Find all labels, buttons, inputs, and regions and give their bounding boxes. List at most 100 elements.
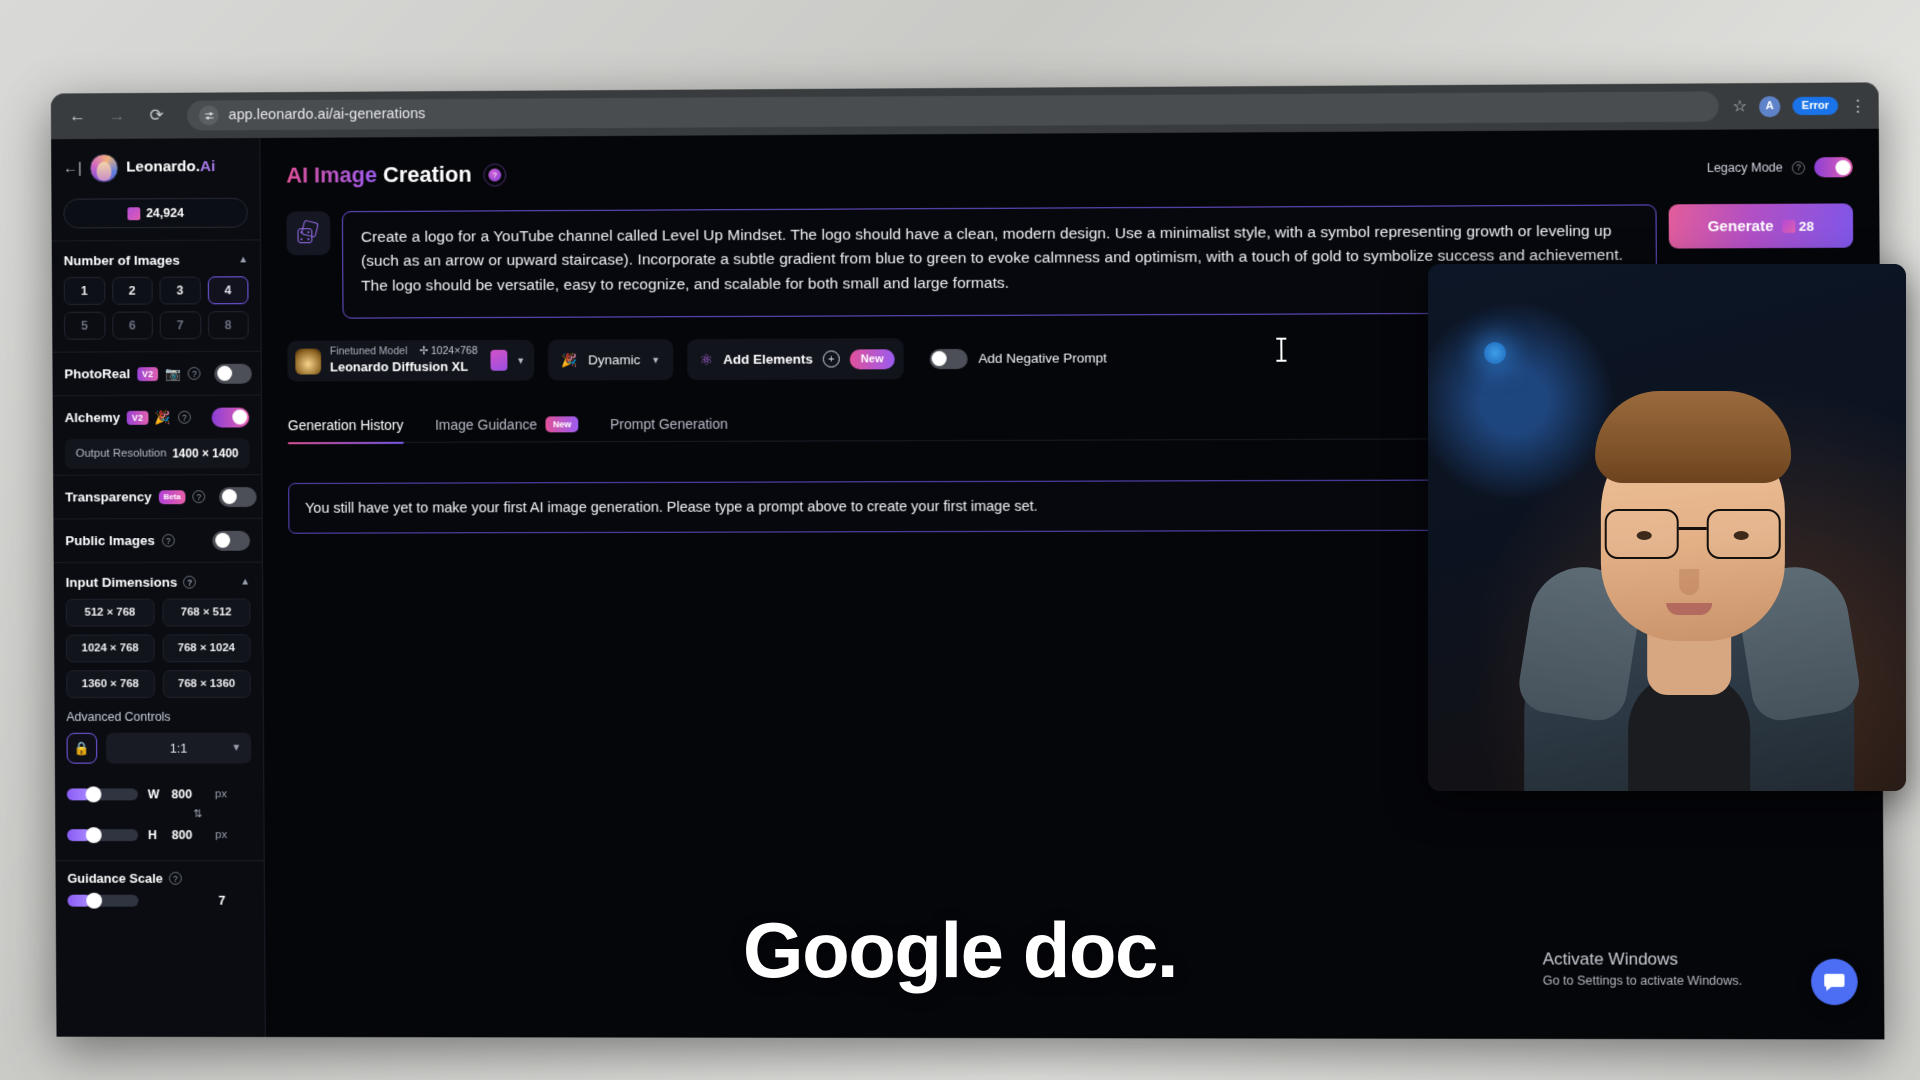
error-badge[interactable]: Error bbox=[1792, 96, 1839, 116]
dice-randomize-icon[interactable] bbox=[286, 211, 331, 256]
tab-generation-history[interactable]: Generation History bbox=[288, 417, 404, 443]
tab-prompt-generation[interactable]: Prompt Generation bbox=[610, 416, 728, 442]
num-images-option-4[interactable]: 4 bbox=[207, 276, 249, 305]
tab-label: Prompt Generation bbox=[610, 415, 728, 433]
help-circle-icon[interactable]: ? bbox=[161, 534, 175, 547]
num-images-option-3[interactable]: 3 bbox=[159, 276, 201, 305]
tab-image-guidance[interactable]: Image Guidance New bbox=[435, 416, 579, 442]
kebab-menu-icon[interactable]: ⋮ bbox=[1850, 97, 1864, 115]
width-value[interactable]: 800 bbox=[171, 787, 205, 801]
generate-button[interactable]: Generate 28 bbox=[1668, 203, 1854, 249]
height-value[interactable]: 800 bbox=[172, 828, 206, 842]
chevron-down-icon[interactable]: ▼ bbox=[516, 355, 525, 365]
num-images-option-2[interactable]: 2 bbox=[111, 276, 153, 305]
help-circle-icon[interactable]: ? bbox=[168, 871, 182, 885]
model-selector[interactable]: Finetuned Model ✢ 1024×768 Leonardo Diffu… bbox=[287, 339, 535, 382]
sidebar-brand[interactable]: ←| Leonardo.Ai bbox=[63, 138, 248, 197]
forward-arrow-icon[interactable]: → bbox=[104, 103, 130, 129]
help-circle-icon[interactable]: ? bbox=[177, 410, 191, 424]
negative-prompt-toggle[interactable] bbox=[929, 348, 968, 369]
negative-prompt-label: Add Negative Prompt bbox=[978, 350, 1107, 366]
model-thumbnail bbox=[295, 348, 322, 375]
reload-icon[interactable]: ⟳ bbox=[144, 103, 170, 129]
back-arrow-icon[interactable]: ← bbox=[65, 103, 91, 129]
input-dimensions-header[interactable]: Input Dimensions ? ▲ bbox=[65, 563, 251, 599]
webcam-overlay bbox=[1428, 264, 1906, 791]
dimension-preset-768x1024[interactable]: 768 × 1024 bbox=[162, 634, 251, 663]
add-elements-button[interactable]: ⚛ Add Elements + New bbox=[686, 338, 904, 381]
avatar bbox=[89, 153, 119, 183]
height-unit: px bbox=[215, 829, 228, 842]
output-resolution-row: Output Resolution 1400 × 1400 bbox=[64, 438, 250, 469]
number-of-images-grid: 1 2 3 4 5 6 7 8 bbox=[63, 276, 249, 351]
chevron-down-icon[interactable]: ▼ bbox=[231, 743, 241, 754]
output-resolution-value: 1400 × 1400 bbox=[172, 446, 239, 461]
help-circle-icon[interactable]: ? bbox=[183, 575, 197, 589]
atom-icon: ⚛ bbox=[699, 351, 714, 369]
aspect-ratio-select[interactable]: 1:1 ▼ bbox=[105, 732, 252, 764]
num-images-option-5[interactable]: 5 bbox=[63, 311, 106, 340]
alchemy-label: Alchemy bbox=[64, 409, 121, 426]
style-name: Dynamic bbox=[587, 352, 641, 368]
chevron-up-icon[interactable]: ▲ bbox=[238, 254, 248, 265]
dimension-preset-768x1360[interactable]: 768 × 1360 bbox=[162, 670, 251, 698]
photoreal-toggle[interactable] bbox=[214, 363, 253, 384]
model-kind-label: Finetuned Model bbox=[329, 345, 408, 358]
nose bbox=[1679, 569, 1700, 595]
collapse-sidebar-icon[interactable]: ←| bbox=[63, 159, 82, 176]
model-name: Leonardo Diffusion XL bbox=[329, 358, 469, 375]
guidance-scale-label: Guidance Scale bbox=[67, 870, 163, 886]
model-preview-icon[interactable] bbox=[490, 349, 508, 371]
dimension-preset-1360x768[interactable]: 1360 × 768 bbox=[66, 670, 155, 699]
photoreal-version-badge: V2 bbox=[137, 366, 159, 381]
num-images-option-1[interactable]: 1 bbox=[63, 276, 105, 305]
lock-icon[interactable]: 🔒 bbox=[66, 732, 98, 764]
help-circle-icon[interactable]: ? bbox=[1791, 160, 1806, 175]
public-images-toggle[interactable] bbox=[212, 530, 250, 551]
site-settings-icon[interactable] bbox=[198, 105, 219, 126]
transparency-toggle[interactable] bbox=[219, 486, 257, 507]
photoreal-row: PhotoReal V2 📷 ? bbox=[64, 352, 253, 395]
address-bar[interactable]: app.leonardo.ai/ai-generations bbox=[186, 91, 1719, 131]
plus-circle-icon[interactable]: + bbox=[822, 350, 840, 368]
photoreal-label: PhotoReal bbox=[64, 366, 131, 382]
public-images-row: Public Images ? bbox=[65, 519, 250, 562]
token-icon bbox=[127, 206, 141, 220]
dimension-preset-768x512[interactable]: 768 × 512 bbox=[161, 598, 251, 627]
alchemy-toggle[interactable] bbox=[211, 407, 250, 428]
help-circle-icon[interactable]: ? bbox=[192, 490, 206, 504]
aspect-ratio-row: 🔒 1:1 ▼ bbox=[66, 732, 252, 764]
token-balance[interactable]: 24,924 bbox=[63, 197, 249, 229]
tab-label: Generation History bbox=[287, 416, 404, 434]
flask-icon: 🎉 bbox=[560, 352, 578, 368]
legacy-mode-control: Legacy Mode ? bbox=[1707, 157, 1853, 178]
chevron-down-icon[interactable]: ▼ bbox=[651, 355, 660, 365]
dimension-preset-1024x768[interactable]: 1024 × 768 bbox=[65, 634, 155, 663]
camera-icon: 📷 bbox=[165, 365, 182, 381]
page-title: AI Image Creation bbox=[286, 161, 472, 188]
profile-avatar[interactable]: A bbox=[1759, 95, 1781, 117]
num-images-option-6[interactable]: 6 bbox=[111, 311, 153, 340]
legacy-mode-toggle[interactable] bbox=[1814, 157, 1853, 178]
brand-label: Leonardo.Ai bbox=[126, 158, 216, 176]
add-elements-label: Add Elements bbox=[723, 351, 813, 367]
dimension-preset-512x768[interactable]: 512 × 768 bbox=[65, 598, 155, 627]
help-circle-icon[interactable]: ? bbox=[187, 366, 201, 380]
alchemy-version-badge: V2 bbox=[126, 410, 149, 425]
new-badge: New bbox=[545, 416, 579, 433]
num-images-option-8[interactable]: 8 bbox=[207, 311, 249, 340]
mouth bbox=[1666, 603, 1713, 615]
flask-icon: 🎉 bbox=[155, 409, 172, 425]
height-slider-row: H 800 px bbox=[67, 818, 252, 852]
hair bbox=[1595, 391, 1792, 483]
height-slider[interactable] bbox=[67, 827, 139, 844]
star-icon[interactable]: ☆ bbox=[1732, 96, 1747, 116]
public-images-label: Public Images bbox=[65, 533, 155, 549]
move-icon: ✢ bbox=[419, 345, 429, 358]
num-images-option-7[interactable]: 7 bbox=[159, 311, 201, 340]
style-selector[interactable]: 🎉 Dynamic ▼ bbox=[547, 339, 674, 381]
width-slider[interactable] bbox=[66, 786, 138, 803]
info-icon[interactable]: ? bbox=[483, 162, 507, 187]
chevron-up-icon[interactable]: ▲ bbox=[240, 577, 250, 588]
number-of-images-header[interactable]: Number of Images ▲ bbox=[64, 240, 249, 277]
